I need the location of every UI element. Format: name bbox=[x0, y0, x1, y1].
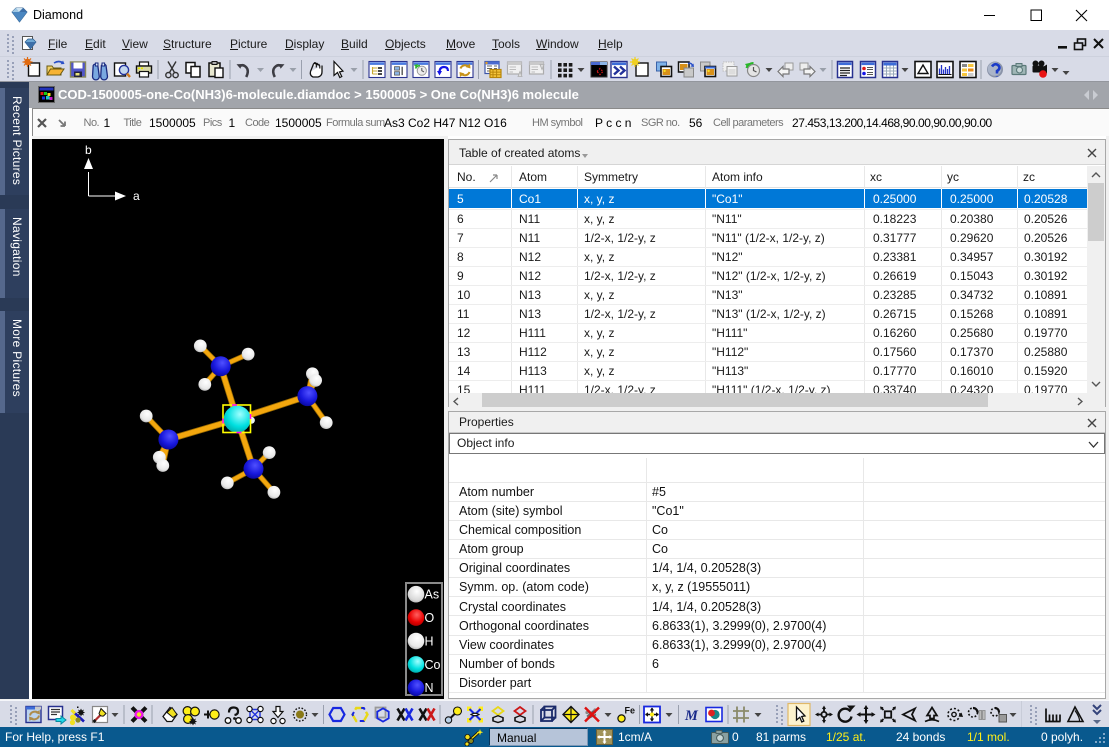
svg-text:M: M bbox=[684, 708, 699, 724]
svg-text:H: H bbox=[425, 634, 434, 648]
svg-text:Fe: Fe bbox=[625, 706, 636, 716]
svg-text:O: O bbox=[425, 611, 435, 625]
svg-text:a: a bbox=[133, 189, 140, 203]
svg-text:b: b bbox=[85, 143, 92, 157]
svg-text:As: As bbox=[425, 588, 440, 602]
svg-text:N: N bbox=[425, 681, 434, 695]
svg-text:Co: Co bbox=[425, 658, 441, 672]
